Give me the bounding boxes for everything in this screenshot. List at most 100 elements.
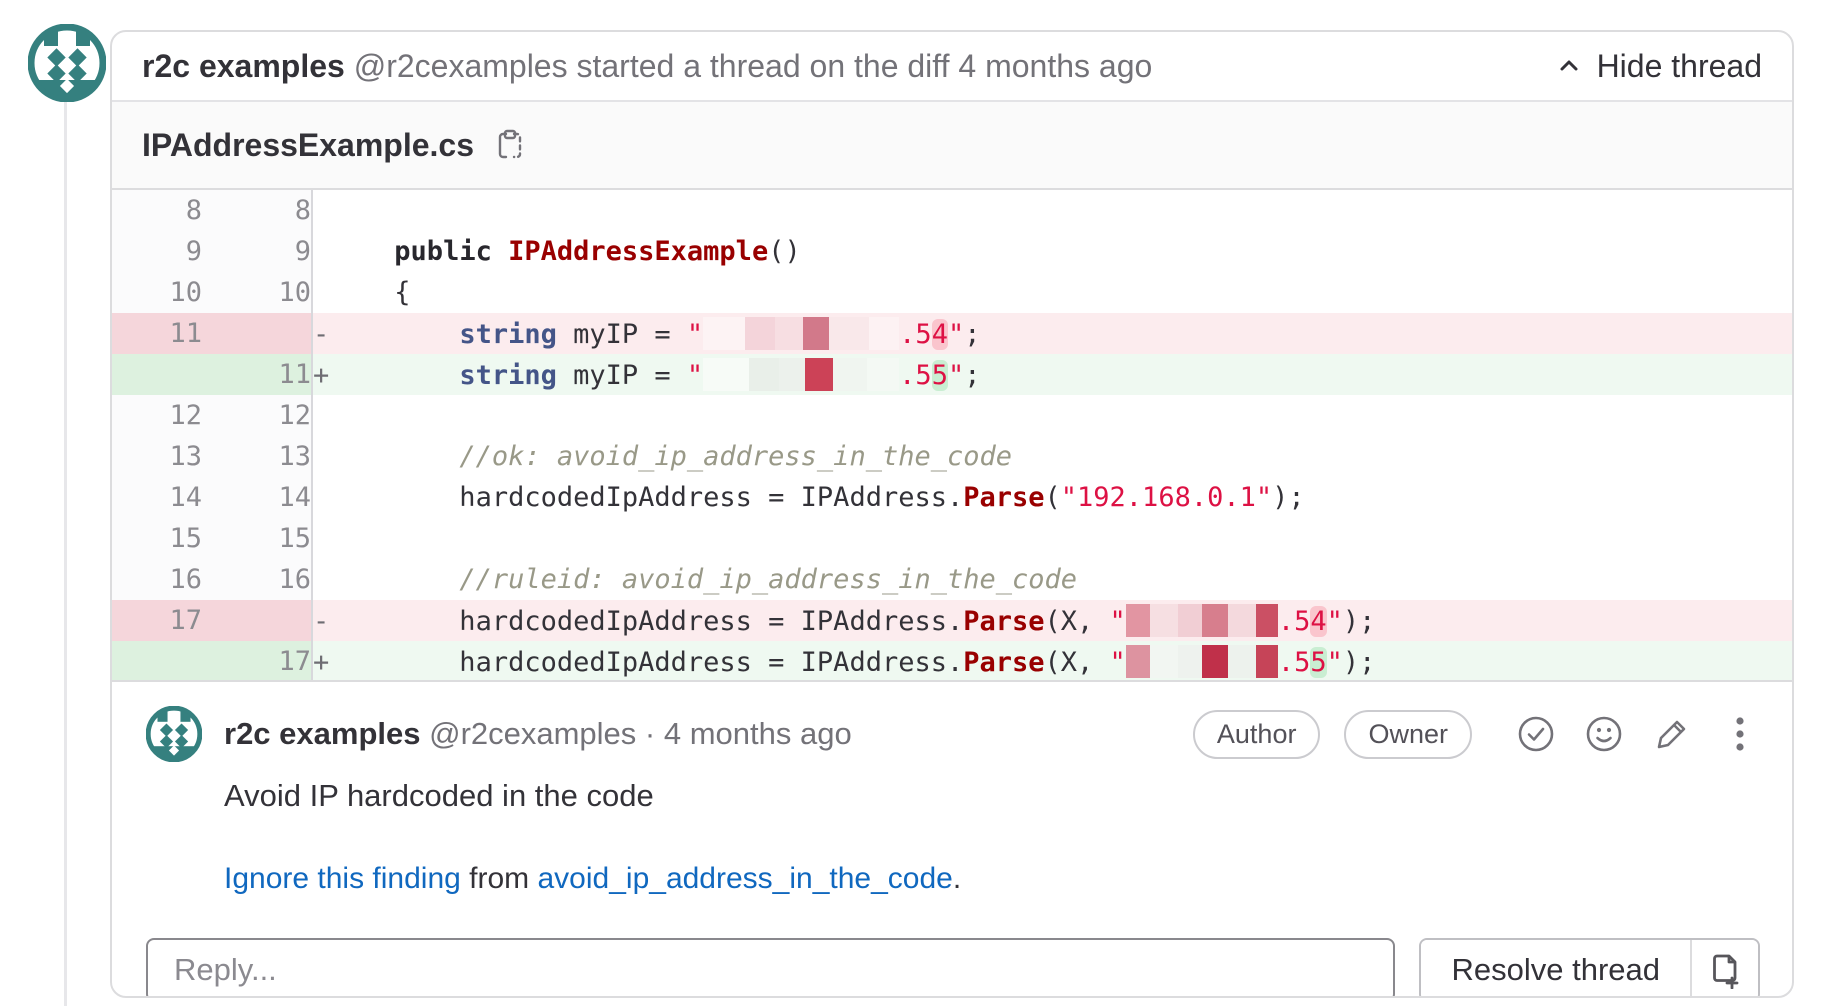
- diff-marker: -: [313, 319, 329, 350]
- code-token: );: [1272, 482, 1305, 513]
- rule-link[interactable]: avoid_ip_address_in_the_code: [538, 862, 953, 895]
- diff-row: 1212: [112, 395, 1792, 436]
- code-token: ": [948, 319, 964, 350]
- code-line: - hardcodedIpAddress = IPAddress.Parse(X…: [312, 600, 1792, 641]
- code-line: + hardcodedIpAddress = IPAddress.Parse(X…: [312, 641, 1792, 682]
- diff-row: 1313 //ok: avoid_ip_address_in_the_code: [112, 436, 1792, 477]
- diff-row: 1515: [112, 518, 1792, 559]
- code-token: 4: [1310, 606, 1326, 637]
- file-header: IPAddressExample.cs: [112, 102, 1792, 190]
- period-text: .: [953, 862, 961, 895]
- diff-marker: +: [313, 360, 329, 391]
- comment-meta-text: @r2cexamples · 4 months ago: [429, 716, 852, 752]
- code-token: [329, 441, 459, 472]
- more-actions-button[interactable]: [1720, 714, 1760, 754]
- diff-row: 11- string myIP = ".54";: [112, 313, 1792, 354]
- code-token: ": [687, 319, 703, 350]
- code-token: hardcodedIpAddress = IPAddress.: [329, 606, 963, 637]
- file-name: IPAddressExample.cs: [142, 127, 474, 164]
- code-token: myIP =: [557, 319, 687, 350]
- resolve-comment-button[interactable]: [1516, 715, 1556, 753]
- diff-row: 1414 hardcodedIpAddress = IPAddress.Pars…: [112, 477, 1792, 518]
- line-number-old: 8: [112, 190, 202, 231]
- code-token: myIP =: [557, 360, 687, 391]
- line-number-old: 9: [112, 231, 202, 272]
- line-number-old: 14: [112, 477, 202, 518]
- code-token: [329, 564, 459, 595]
- reply-input[interactable]: [146, 938, 1395, 998]
- redacted-ip-pixels: [703, 317, 899, 350]
- code-token: ": [1327, 606, 1343, 637]
- edit-comment-button[interactable]: [1652, 715, 1692, 753]
- code-line: + string myIP = ".55";: [312, 354, 1792, 395]
- line-number-new: 16: [202, 559, 312, 600]
- code-token: IPAddressExample: [508, 236, 768, 267]
- code-token: 4: [932, 319, 948, 350]
- code-line: - string myIP = ".54";: [312, 313, 1792, 354]
- code-token: ;: [964, 319, 980, 350]
- diff-marker: [313, 400, 329, 431]
- owner-badge: Owner: [1344, 710, 1472, 759]
- code-token: (X,: [1045, 647, 1110, 678]
- code-token: ": [687, 360, 703, 391]
- diff-marker: [313, 195, 329, 226]
- add-reaction-button[interactable]: [1584, 715, 1624, 753]
- code-line: [312, 518, 1792, 559]
- thread-meta-text: @r2cexamples started a thread on the dif…: [354, 48, 1153, 85]
- resolve-and-create-issue-button[interactable]: [1692, 940, 1758, 998]
- line-number-new: 14: [202, 477, 312, 518]
- redacted-ip-pixels: [1126, 645, 1278, 678]
- resolve-thread-button[interactable]: Resolve thread: [1421, 940, 1690, 998]
- thread-author-name[interactable]: r2c examples: [142, 48, 354, 85]
- code-token: (: [1045, 482, 1061, 513]
- hide-thread-button[interactable]: Hide thread: [1555, 48, 1762, 85]
- code-token: [329, 236, 394, 267]
- thread-connector-line: [64, 98, 67, 1006]
- code-token: .5: [899, 360, 932, 391]
- avatar[interactable]: [28, 24, 106, 102]
- resolve-thread-button-group: Resolve thread: [1419, 938, 1760, 998]
- code-line: [312, 190, 1792, 231]
- finding-links: Ignore this finding from avoid_ip_addres…: [224, 862, 1760, 896]
- from-text: from: [461, 862, 538, 895]
- code-token: Parse: [963, 647, 1044, 678]
- hide-thread-label: Hide thread: [1597, 48, 1762, 85]
- code-token: hardcodedIpAddress = IPAddress.: [329, 647, 963, 678]
- thread-header: r2c examples @r2cexamples started a thre…: [112, 32, 1792, 102]
- copy-file-path-button[interactable]: [494, 128, 526, 162]
- line-number-new: [202, 600, 312, 641]
- diff-table: 88 99 public IPAddressExample()1010 {11-…: [112, 190, 1792, 682]
- avatar[interactable]: [146, 706, 202, 762]
- code-token: //ruleid: avoid_ip_address_in_the_code: [459, 564, 1077, 595]
- diff-marker: [313, 236, 329, 267]
- code-token: string: [459, 319, 557, 350]
- code-token: .5: [899, 319, 932, 350]
- code-token: string: [459, 360, 557, 391]
- code-token: hardcodedIpAddress = IPAddress.: [329, 482, 963, 513]
- diff-row: 99 public IPAddressExample(): [112, 231, 1792, 272]
- code-line: //ok: avoid_ip_address_in_the_code: [312, 436, 1792, 477]
- emoji-smiley-icon: [1585, 715, 1623, 753]
- comment-author-name[interactable]: r2c examples: [224, 716, 429, 752]
- code-line: //ruleid: avoid_ip_address_in_the_code: [312, 559, 1792, 600]
- comment-header: r2c examples @r2cexamples · 4 months ago…: [224, 706, 1760, 762]
- line-number-old: 17: [112, 600, 202, 641]
- diff-row: 17+ hardcodedIpAddress = IPAddress.Parse…: [112, 641, 1792, 682]
- line-number-old: 15: [112, 518, 202, 559]
- code-token: Parse: [963, 482, 1044, 513]
- ignore-finding-link[interactable]: Ignore this finding: [224, 862, 461, 895]
- line-number-old: 11: [112, 313, 202, 354]
- diff-viewer: 88 99 public IPAddressExample()1010 {11-…: [112, 190, 1792, 682]
- code-line: public IPAddressExample(): [312, 231, 1792, 272]
- redacted-ip-pixels: [1126, 604, 1278, 637]
- diff-marker: [313, 564, 329, 595]
- code-token: .5: [1278, 606, 1311, 637]
- code-token: 5: [1310, 647, 1326, 678]
- reply-row: Resolve thread: [146, 938, 1760, 998]
- diff-marker: [313, 523, 329, 554]
- diff-row: 1616 //ruleid: avoid_ip_address_in_the_c…: [112, 559, 1792, 600]
- code-token: ": [1327, 647, 1343, 678]
- line-number-new: 15: [202, 518, 312, 559]
- diff-row: 17 - hardcodedIpAddress = IPAddress.Parse…: [112, 600, 1792, 641]
- code-token: [492, 236, 508, 267]
